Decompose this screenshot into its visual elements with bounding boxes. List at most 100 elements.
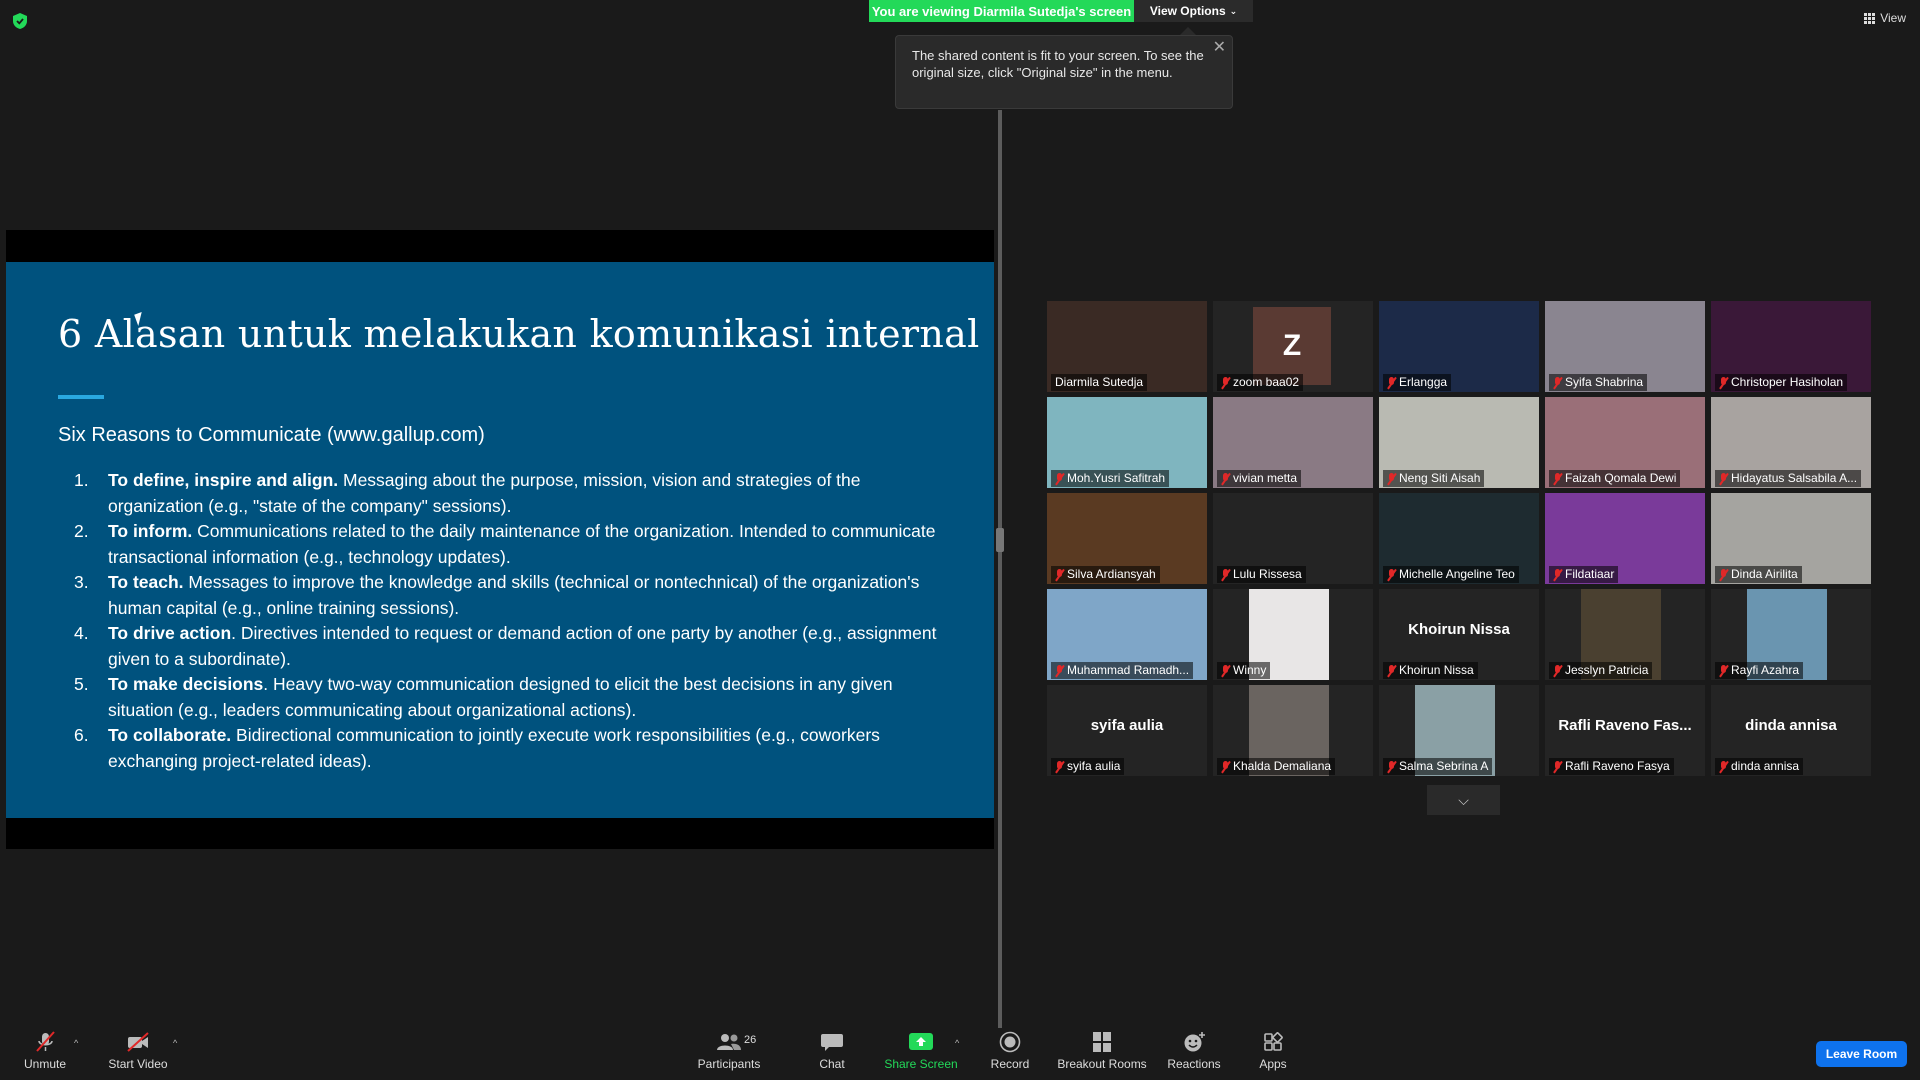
shared-screen: 6 Alasan untuk melakukan komunikasi inte…: [6, 230, 994, 849]
view-layout-button[interactable]: View: [1864, 11, 1906, 25]
participant-name-label: Faizah Qomala Dewi: [1549, 470, 1681, 487]
participant-tile[interactable]: Michelle Angeline Teo: [1379, 493, 1539, 584]
participants-icon: [717, 1034, 741, 1050]
security-shield-icon[interactable]: [12, 12, 28, 30]
participant-tile[interactable]: Winny: [1213, 589, 1373, 680]
record-button[interactable]: Record: [990, 1031, 1030, 1077]
slide-reason-item: 3. To teach. Messages to improve the know…: [58, 570, 958, 621]
split-divider[interactable]: [998, 110, 1002, 1028]
video-options-caret-icon[interactable]: ^: [173, 1038, 177, 1048]
participant-name-label: Diarmila Sutedja: [1051, 374, 1148, 391]
participant-tile[interactable]: Lulu Rissesa: [1213, 493, 1373, 584]
participant-tile[interactable]: Salma Sebrina A: [1379, 685, 1539, 776]
slide-reason-heading: To make decisions: [108, 674, 264, 694]
slide-reason-heading: To teach.: [108, 572, 184, 592]
share-options-caret-icon[interactable]: ^: [955, 1038, 959, 1048]
participant-tile[interactable]: Silva Ardiansyah: [1047, 493, 1207, 584]
slide-reason-text: To make decisions. Heavy two-way communi…: [108, 672, 958, 723]
participant-name-label: Salma Sebrina A: [1383, 758, 1493, 775]
participant-tile[interactable]: Faizah Qomala Dewi: [1545, 397, 1705, 488]
participant-tile[interactable]: Fildatiaar: [1545, 493, 1705, 584]
microphone-muted-icon: [1553, 760, 1562, 773]
participant-name-label: syifa aulia: [1051, 758, 1125, 775]
participant-name-label: Lulu Rissesa: [1217, 566, 1306, 583]
participant-name-label: Silva Ardiansyah: [1051, 566, 1160, 583]
slide-reason-body: Messages to improve the knowledge and sk…: [108, 572, 920, 618]
participant-tile[interactable]: Muhammad Ramadh...: [1047, 589, 1207, 680]
tooltip-text: The shared content is fit to your screen…: [912, 48, 1204, 80]
participant-tile[interactable]: Zzoom baa02: [1213, 301, 1373, 392]
participant-tile[interactable]: Diarmila Sutedja: [1047, 301, 1207, 392]
apps-label: Apps: [1259, 1057, 1287, 1071]
participant-tile[interactable]: Rayfi Azahra: [1711, 589, 1871, 680]
participant-tile[interactable]: Syifa Shabrina: [1545, 301, 1705, 392]
participant-tile[interactable]: syifa aulia syifa aulia: [1047, 685, 1207, 776]
participant-name: Moh.Yusri Safitrah: [1067, 471, 1166, 485]
participant-tile[interactable]: Khoirun Nissa Khoirun Nissa: [1379, 589, 1539, 680]
participant-name: Erlangga: [1399, 375, 1448, 389]
microphone-muted-icon: [1553, 568, 1562, 581]
view-options-button[interactable]: View Options ⌄: [1134, 0, 1253, 22]
microphone-muted-icon: [36, 1031, 55, 1052]
participant-name-label: vivian metta: [1217, 470, 1302, 487]
slide-reason-number: 4.: [74, 623, 89, 643]
microphone-muted-icon: [1387, 760, 1396, 773]
apps-icon: [1264, 1032, 1283, 1051]
microphone-muted-icon: [1719, 760, 1728, 773]
breakout-rooms-button[interactable]: Breakout Rooms: [1057, 1031, 1147, 1077]
participant-tile[interactable]: Moh.Yusri Safitrah: [1047, 397, 1207, 488]
view-label: View: [1880, 11, 1906, 25]
participant-name: Khoirun Nissa: [1399, 663, 1474, 677]
participant-name: Fildatiaar: [1565, 567, 1615, 581]
microphone-muted-icon: [1055, 664, 1064, 677]
participant-tile[interactable]: Christoper Hasiholan: [1711, 301, 1871, 392]
slide-reason-text: To drive action. Directives intended to …: [108, 621, 958, 672]
slide-reason-body: . Directives intended to request or dema…: [108, 623, 937, 669]
participant-name: Faizah Qomala Dewi: [1565, 471, 1677, 485]
participant-display-name: syifa aulia: [1090, 717, 1164, 734]
participant-tile[interactable]: vivian metta: [1213, 397, 1373, 488]
participant-name: Lulu Rissesa: [1233, 567, 1302, 581]
reactions-button[interactable]: Reactions: [1167, 1031, 1221, 1077]
slide-reason-item: 5. To make decisions. Heavy two-way commu…: [58, 672, 958, 723]
participant-tile[interactable]: Hidayatus Salsabila A...: [1711, 397, 1871, 488]
breakout-rooms-icon: [1093, 1032, 1111, 1052]
participant-name: Christoper Hasiholan: [1731, 375, 1844, 389]
tooltip-arrow: [1180, 27, 1196, 35]
chat-button[interactable]: Chat: [812, 1031, 852, 1077]
gallery-next-page-button[interactable]: ⌵: [1427, 785, 1500, 815]
audio-options-caret-icon[interactable]: ^: [74, 1038, 78, 1048]
participant-tile[interactable]: Rafli Raveno Fas... Rafli Raveno Fasya: [1545, 685, 1705, 776]
participant-tile[interactable]: Erlangga: [1379, 301, 1539, 392]
participant-tile[interactable]: Neng Siti Aisah: [1379, 397, 1539, 488]
microphone-muted-icon: [1221, 472, 1230, 485]
fit-to-screen-tooltip: The shared content is fit to your screen…: [895, 35, 1233, 109]
unmute-button[interactable]: Unmute: [20, 1031, 70, 1077]
participant-tile[interactable]: dinda annisa dinda annisa: [1711, 685, 1871, 776]
divider-drag-handle[interactable]: [996, 528, 1004, 552]
participant-name-label: Fildatiaar: [1549, 566, 1619, 583]
leave-room-button[interactable]: Leave Room: [1816, 1041, 1907, 1067]
participant-tile[interactable]: Khalda Demaliana: [1213, 685, 1373, 776]
microphone-muted-icon: [1387, 472, 1396, 485]
participant-display-name: Khoirun Nissa: [1408, 621, 1510, 638]
breakout-rooms-label: Breakout Rooms: [1057, 1057, 1147, 1071]
chat-icon: [821, 1034, 843, 1051]
share-screen-button[interactable]: Share Screen: [884, 1031, 958, 1077]
microphone-muted-icon: [1719, 376, 1728, 389]
participant-tile[interactable]: Jesslyn Patricia: [1545, 589, 1705, 680]
slide-title-underline: [58, 395, 104, 399]
start-video-button[interactable]: Start Video: [106, 1031, 170, 1077]
meeting-toolbar: Unmute ^ Start Video ^ Participants 26 C…: [0, 1028, 1920, 1080]
participant-name: Hidayatus Salsabila A...: [1731, 471, 1858, 485]
microphone-muted-icon: [1719, 664, 1728, 677]
close-icon[interactable]: ✕: [1213, 39, 1226, 56]
apps-button[interactable]: Apps: [1258, 1031, 1288, 1077]
participant-name-label: Michelle Angeline Teo: [1383, 566, 1519, 583]
chevron-down-icon: ⌄: [1229, 5, 1238, 16]
participant-tile[interactable]: Dinda Airilita: [1711, 493, 1871, 584]
participant-gallery: Diarmila Sutedja Zzoom baa02 Erlangga Syifa…: [1047, 301, 1877, 776]
chat-label: Chat: [819, 1057, 845, 1071]
share-screen-label: Share Screen: [884, 1057, 958, 1071]
participant-name: Jesslyn Patricia: [1565, 663, 1649, 677]
